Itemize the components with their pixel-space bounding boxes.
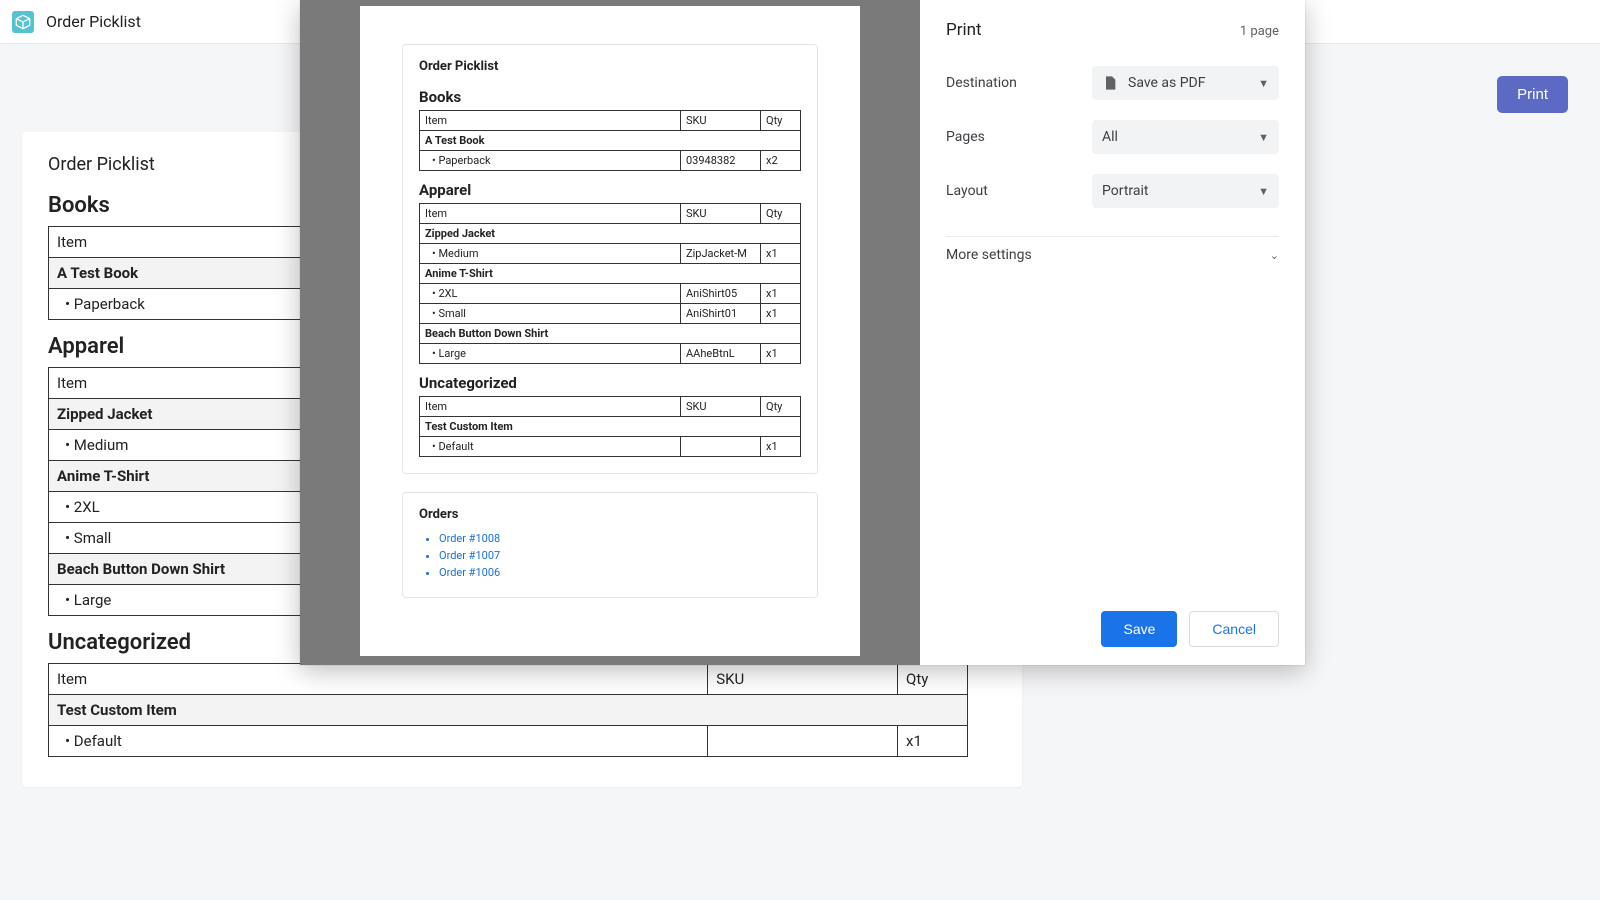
column-sku: SKU <box>708 664 898 695</box>
order-link[interactable]: Order #1007 <box>439 549 801 562</box>
column-qty: Qty <box>761 204 801 224</box>
picklist-table: ItemSKUQtyTest Custom Item• Defaultx1 <box>48 663 968 757</box>
print-page-count: 1 page <box>1240 24 1279 39</box>
print-button[interactable]: Print <box>1497 76 1568 113</box>
print-dialog: Order Picklist BooksItemSKUQtyA Test Boo… <box>300 0 1305 665</box>
chevron-down-icon: ▼ <box>1258 185 1269 198</box>
pages-select[interactable]: All ▼ <box>1092 120 1279 154</box>
variant-row: • Paperback03948382x2 <box>420 151 801 171</box>
print-dialog-title: Print <box>946 20 982 40</box>
preview-picklist-card: Order Picklist BooksItemSKUQtyA Test Boo… <box>402 44 818 474</box>
picklist-table: ItemSKUQtyA Test Book• Paperback03948382… <box>419 110 801 171</box>
page-actions: Print <box>1497 76 1568 113</box>
section-title: Books <box>419 88 801 106</box>
section-title: Uncategorized <box>419 374 801 392</box>
variant-row: • LargeAAheBtnLx1 <box>420 344 801 364</box>
pages-label: Pages <box>946 129 1092 145</box>
column-sku: SKU <box>681 204 761 224</box>
variant-row: • MediumZipJacket-Mx1 <box>420 244 801 264</box>
column-item: Item <box>49 664 708 695</box>
variant-row: • 2XLAniShirt05x1 <box>420 284 801 304</box>
order-link[interactable]: Order #1008 <box>439 532 801 545</box>
picklist-table: ItemSKUQtyZipped Jacket• MediumZipJacket… <box>419 203 801 364</box>
save-button[interactable]: Save <box>1101 611 1177 647</box>
product-row: Test Custom Item <box>49 695 968 726</box>
product-row: A Test Book <box>420 131 801 151</box>
cancel-button[interactable]: Cancel <box>1189 611 1279 647</box>
column-qty: Qty <box>761 111 801 131</box>
product-row: Zipped Jacket <box>420 224 801 244</box>
app-logo-icon <box>12 11 34 33</box>
product-row: Anime T-Shirt <box>420 264 801 284</box>
print-preview-page: Order Picklist BooksItemSKUQtyA Test Boo… <box>360 6 860 656</box>
chevron-down-icon: ▼ <box>1258 131 1269 144</box>
preview-orders-card: Orders Order #1008 Order #1007 Order #1006 <box>402 492 818 598</box>
chevron-down-icon: ▼ <box>1258 77 1269 90</box>
order-link[interactable]: Order #1006 <box>439 566 801 579</box>
section-title: Apparel <box>419 181 801 199</box>
more-settings-toggle[interactable]: More settings ⌄ <box>946 236 1279 273</box>
print-preview-pane[interactable]: Order Picklist BooksItemSKUQtyA Test Boo… <box>300 0 920 665</box>
product-row: Test Custom Item <box>420 417 801 437</box>
column-qty: Qty <box>761 397 801 417</box>
app-title: Order Picklist <box>46 12 141 31</box>
destination-label: Destination <box>946 75 1092 91</box>
destination-select[interactable]: Save as PDF ▼ <box>1092 66 1279 100</box>
variant-row: • Defaultx1 <box>49 726 968 757</box>
column-sku: SKU <box>681 397 761 417</box>
column-item: Item <box>420 111 681 131</box>
destination-value: Save as PDF <box>1128 75 1206 91</box>
picklist-table: ItemSKUQtyTest Custom Item• Defaultx1 <box>419 396 801 457</box>
print-settings-pane: Print 1 page Destination Save as PDF ▼ P… <box>920 0 1305 665</box>
column-item: Item <box>420 204 681 224</box>
more-settings-label: More settings <box>946 247 1032 263</box>
column-item: Item <box>420 397 681 417</box>
preview-orders-heading: Orders <box>419 507 801 522</box>
layout-select[interactable]: Portrait ▼ <box>1092 174 1279 208</box>
product-row: Beach Button Down Shirt <box>420 324 801 344</box>
layout-label: Layout <box>946 183 1092 199</box>
variant-row: • Defaultx1 <box>420 437 801 457</box>
column-sku: SKU <box>681 111 761 131</box>
preview-title: Order Picklist <box>419 59 801 74</box>
column-qty: Qty <box>898 664 968 695</box>
chevron-down-icon: ⌄ <box>1270 249 1279 262</box>
pdf-icon <box>1102 74 1118 92</box>
layout-value: Portrait <box>1102 183 1148 199</box>
variant-row: • SmallAniShirt01x1 <box>420 304 801 324</box>
pages-value: All <box>1102 129 1118 145</box>
